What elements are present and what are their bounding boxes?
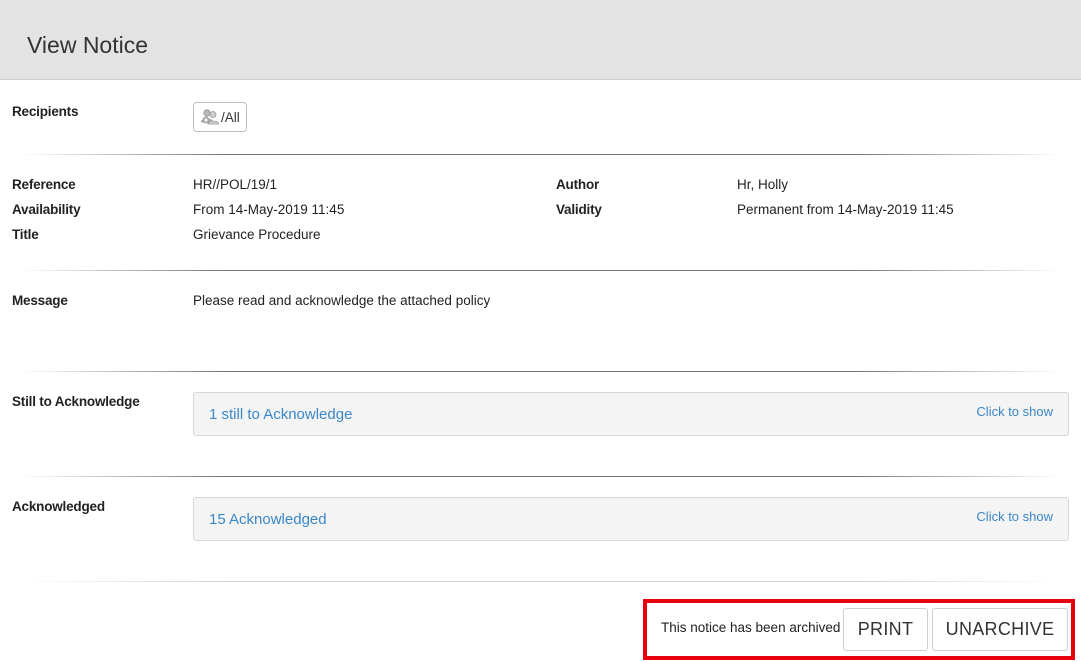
availability-label: Availability: [12, 202, 81, 217]
availability-value: From 14-May-2019 11:45: [193, 202, 345, 217]
unarchive-button[interactable]: UNARCHIVE: [932, 608, 1068, 651]
reference-label: Reference: [12, 177, 76, 192]
recipients-label: Recipients: [12, 104, 79, 119]
still-to-acknowledge-label: Still to Acknowledge: [12, 394, 140, 409]
title-value: Grievance Procedure: [193, 227, 321, 242]
message-label: Message: [12, 293, 68, 308]
page-header: View Notice: [0, 0, 1081, 80]
divider: [20, 154, 1061, 155]
acknowledged-panel[interactable]: 15 Acknowledged Click to show: [193, 497, 1069, 541]
page-title: View Notice: [27, 32, 149, 58]
recipient-chip-all[interactable]: /All: [193, 102, 247, 132]
title-label: Title: [12, 227, 39, 242]
message-text: Please read and acknowledge the attached…: [193, 293, 491, 308]
divider: [20, 476, 1061, 477]
author-label: Author: [556, 177, 600, 192]
still-to-acknowledge-summary[interactable]: 1 still to Acknowledge: [209, 405, 352, 425]
divider: [20, 581, 1061, 582]
still-to-acknowledge-panel[interactable]: 1 still to Acknowledge Click to show: [193, 392, 1069, 436]
reference-value: HR//POL/19/1: [193, 177, 278, 192]
recipient-chip-label: /All: [221, 109, 240, 125]
divider: [20, 371, 1061, 372]
author-value: Hr, Holly: [737, 177, 789, 192]
validity-label: Validity: [556, 202, 602, 217]
divider: [20, 270, 1061, 271]
group-icon: [201, 109, 219, 125]
acknowledged-summary[interactable]: 15 Acknowledged: [209, 510, 327, 530]
acknowledged-show-toggle[interactable]: Click to show: [976, 508, 1053, 526]
archived-status-text: This notice has been archived: [661, 620, 841, 635]
print-button[interactable]: PRINT: [843, 608, 928, 651]
validity-value: Permanent from 14-May-2019 11:45: [737, 202, 954, 217]
still-to-acknowledge-show-toggle[interactable]: Click to show: [976, 403, 1053, 421]
acknowledged-label: Acknowledged: [12, 499, 105, 514]
